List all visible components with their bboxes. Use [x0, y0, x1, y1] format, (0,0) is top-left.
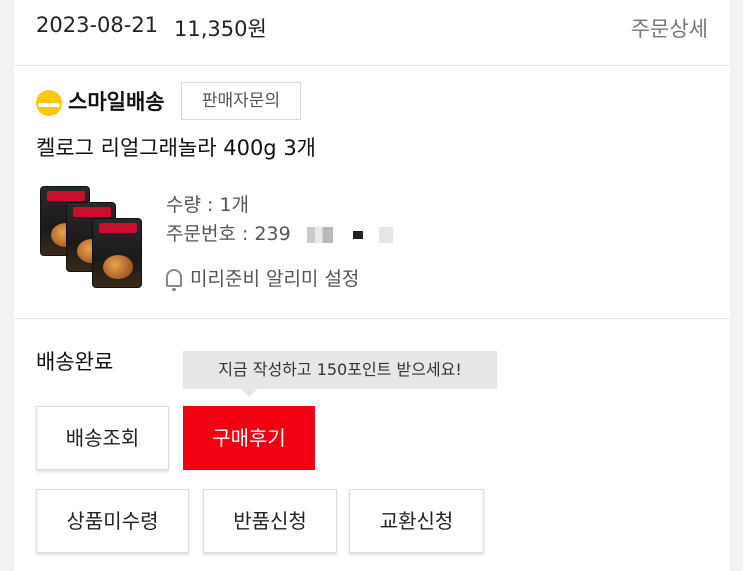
product-name[interactable]: 켈로그 리얼그래놀라 400g 3개 — [36, 132, 316, 162]
order-date: 2023-08-21 — [36, 13, 159, 37]
prep-alarm-label: 미리준비 알리미 설정 — [190, 268, 360, 290]
masked-digits — [352, 230, 363, 239]
order-card: 2023-08-21 11,350원 주문상세 스마일배송 판매자문의 켈로그 … — [14, 0, 730, 571]
smile-delivery-label: 스마일배송 — [68, 90, 165, 114]
masked-digits — [306, 226, 333, 243]
bell-icon — [166, 269, 182, 291]
delivery-status: 배송완료 — [36, 350, 114, 374]
review-points-tooltip: 지금 작성하고 150포인트 받으세요! — [183, 351, 497, 397]
exchange-request-button[interactable]: 교환신청 — [349, 489, 484, 553]
product-thumbnail[interactable] — [40, 186, 148, 292]
masked-digits — [378, 226, 393, 243]
return-request-button[interactable]: 반품신청 — [203, 489, 337, 553]
not-received-button[interactable]: 상품미수령 — [36, 489, 189, 553]
track-delivery-button[interactable]: 배송조회 — [36, 406, 169, 470]
seller-inquiry-button[interactable]: 판매자문의 — [181, 82, 301, 120]
smile-logo-icon — [36, 90, 62, 116]
prep-alarm-link[interactable]: 미리준비 알리미 설정 — [166, 264, 359, 291]
product-pouch-image — [92, 218, 142, 288]
quantity-text: 수량 : 1개 — [166, 194, 250, 216]
order-number-row: 주문번호 : 239 — [166, 219, 393, 246]
section-divider — [14, 318, 730, 319]
order-header: 2023-08-21 11,350원 주문상세 — [14, 0, 730, 66]
order-detail-link[interactable]: 주문상세 — [631, 13, 708, 43]
order-number-text: 주문번호 : 239 — [166, 223, 291, 245]
write-review-button[interactable]: 구매후기 — [183, 406, 315, 470]
order-price: 11,350원 — [174, 17, 267, 41]
